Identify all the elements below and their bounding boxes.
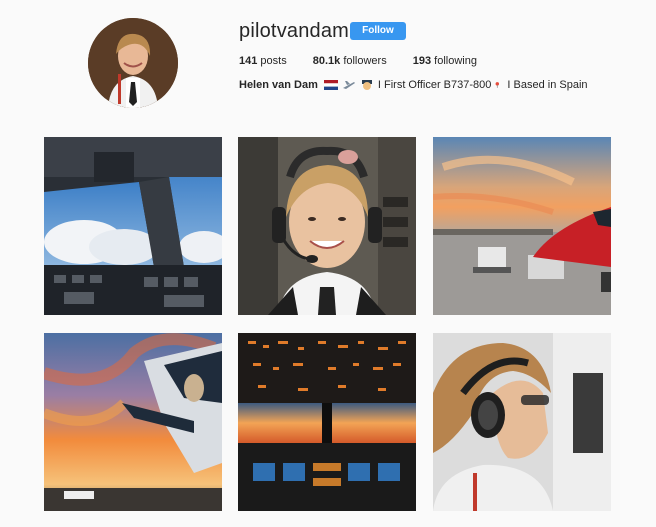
netherlands-flag-icon: [323, 80, 338, 90]
following-count[interactable]: 193 following: [413, 55, 477, 67]
bio: Helen van Dam I First Officer B737-800 I…: [239, 79, 588, 91]
username: pilotvandam: [239, 20, 350, 42]
posts-count[interactable]: 141 posts: [239, 55, 287, 67]
post-pilot-headset[interactable]: [433, 333, 611, 511]
post-tail-sunset[interactable]: [44, 333, 222, 511]
followers-count[interactable]: 80.1k followers: [313, 55, 387, 67]
pin-icon: [495, 82, 500, 88]
full-name: Helen van Dam: [239, 79, 318, 91]
follow-button[interactable]: Follow: [350, 22, 406, 40]
bio-role: I First Officer B737-800: [377, 79, 492, 91]
post-cockpit-dusk[interactable]: [238, 333, 416, 511]
bio-location: I Based in Spain: [507, 79, 588, 91]
avatar[interactable]: [88, 18, 178, 108]
airplane-icon: [342, 81, 355, 89]
post-pilot-selfie[interactable]: [238, 137, 416, 315]
post-sunset-apron[interactable]: [433, 137, 611, 315]
profile-stats: 141 posts 80.1k followers 193 following: [239, 55, 503, 67]
pilot-icon: [361, 80, 372, 90]
post-cockpit-clouds[interactable]: [44, 137, 222, 315]
